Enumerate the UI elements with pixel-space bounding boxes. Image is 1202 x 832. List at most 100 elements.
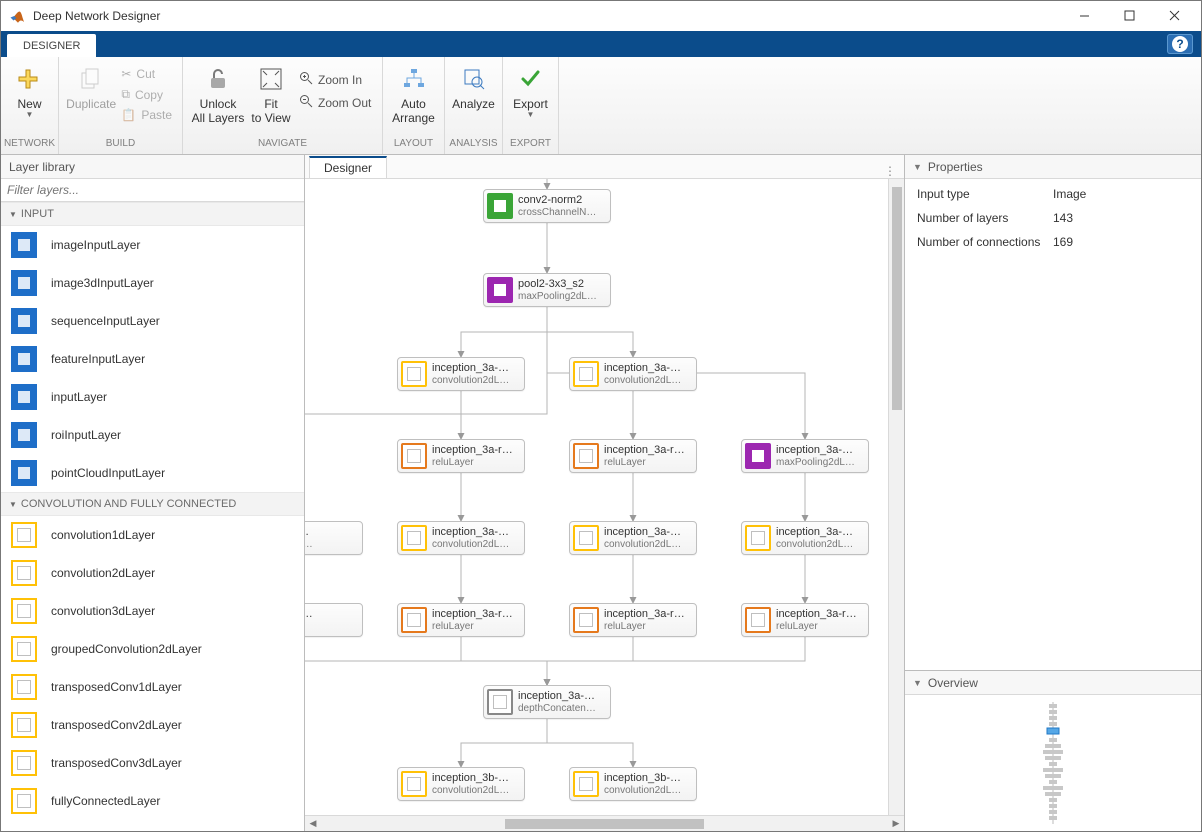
help-button[interactable]: ?	[1167, 34, 1193, 54]
analyze-button[interactable]: Analyze	[451, 61, 496, 111]
minimize-button[interactable]	[1062, 1, 1107, 31]
chevron-down-icon: ▼	[9, 500, 17, 509]
layer-item[interactable]: transposedConv2dLayer	[1, 706, 304, 744]
scroll-left-icon[interactable]: ◀	[305, 816, 321, 832]
zoom-in-button[interactable]: Zoom In	[295, 69, 375, 90]
graph-node[interactable]: n_3a-…tion2dL…	[305, 521, 363, 555]
graph-node[interactable]: inception_3a-…convolution2dL…	[569, 357, 697, 391]
new-button[interactable]: New ▼	[7, 61, 52, 120]
layer-item[interactable]: convolution1dLayer	[1, 516, 304, 554]
tab-designer[interactable]: DESIGNER	[7, 34, 96, 57]
node-subtitle: reluLayer	[432, 457, 513, 469]
graph-node[interactable]: n_3a-r…er	[305, 603, 363, 637]
layer-item[interactable]: convolution3dLayer	[1, 592, 304, 630]
chevron-down-icon: ▼	[26, 110, 34, 120]
overview-panel: ▼Overview	[905, 671, 1201, 831]
new-label: New	[17, 97, 41, 111]
layer-item[interactable]: featureInputLayer	[1, 340, 304, 378]
layer-item[interactable]: inputLayer	[1, 378, 304, 416]
tab-designer-canvas[interactable]: Designer	[309, 156, 387, 178]
layer-item[interactable]: imageInputLayer	[1, 226, 304, 264]
node-title: inception_3a-…	[604, 526, 681, 539]
graph-node[interactable]: pool2-3x3_s2maxPooling2dL…	[483, 273, 611, 307]
layer-group-header[interactable]: ▼CONVOLUTION AND FULLY CONNECTED	[1, 492, 304, 516]
designer-canvas[interactable]: conv2-norm2crossChannelN… pool2-3x3_s2max…	[305, 179, 904, 815]
fit-to-view-button[interactable]: Fit to View	[247, 61, 295, 126]
graph-node[interactable]: inception_3a-…convolution2dL…	[397, 357, 525, 391]
layer-label: pointCloudInputLayer	[51, 466, 165, 480]
layer-item[interactable]: fullyConnectedLayer	[1, 782, 304, 820]
graph-node[interactable]: inception_3a-r…reluLayer	[397, 439, 525, 473]
layer-item[interactable]: transposedConv1dLayer	[1, 668, 304, 706]
graph-node[interactable]: inception_3a-r…reluLayer	[569, 603, 697, 637]
zoom-out-button[interactable]: Zoom Out	[295, 92, 375, 113]
titlebar: Deep Network Designer	[1, 1, 1201, 31]
horizontal-scrollbar[interactable]: ◀ ▶	[305, 815, 904, 831]
layer-item[interactable]: groupedConvolution2dLayer	[1, 630, 304, 668]
node-icon	[745, 525, 771, 551]
scroll-right-icon[interactable]: ▶	[888, 816, 904, 832]
auto-arrange-button[interactable]: Auto Arrange	[389, 61, 438, 126]
node-title: inception_3a-…	[518, 690, 596, 703]
filter-layers-input[interactable]	[1, 179, 304, 202]
layer-item[interactable]: roiInputLayer	[1, 416, 304, 454]
unlock-all-layers-button[interactable]: Unlock All Layers	[189, 61, 247, 126]
vertical-scrollbar[interactable]	[888, 179, 904, 815]
graph-node[interactable]: inception_3a-…convolution2dL…	[741, 521, 869, 555]
layer-list[interactable]: ▼INPUTimageInputLayer image3dInputLayer se…	[1, 202, 304, 831]
right-column: ▼Properties Input typeImageNumber of lay…	[905, 155, 1201, 831]
property-value: Image	[1053, 187, 1189, 201]
graph-node[interactable]: inception_3a-…convolution2dL…	[569, 521, 697, 555]
node-icon	[401, 607, 427, 633]
property-key: Number of connections	[917, 235, 1053, 249]
graph-node[interactable]: inception_3a-…depthConcaten…	[483, 685, 611, 719]
zoom-out-icon	[299, 94, 313, 111]
export-button[interactable]: Export ▼	[509, 61, 552, 120]
graph-node[interactable]: inception_3a-r…reluLayer	[741, 603, 869, 637]
layer-icon	[11, 270, 37, 296]
section-label: NETWORK	[1, 138, 58, 152]
layer-icon	[11, 636, 37, 662]
maximize-button[interactable]	[1107, 1, 1152, 31]
graph-node[interactable]: conv2-norm2crossChannelN…	[483, 189, 611, 223]
overview-minimap[interactable]	[905, 695, 1201, 831]
node-icon	[401, 443, 427, 469]
panel-title: Properties	[928, 160, 983, 174]
layer-label: image3dInputLayer	[51, 276, 154, 290]
layer-group-header[interactable]: ▼INPUT	[1, 202, 304, 226]
layer-item[interactable]: sequenceInputLayer	[1, 302, 304, 340]
node-subtitle: convolution2dL…	[432, 539, 509, 551]
chevron-down-icon: ▼	[527, 110, 535, 120]
panel-menu-button[interactable]: ⋮	[876, 164, 904, 178]
section-label: NAVIGATE	[183, 138, 382, 152]
auto-arrange-icon	[402, 65, 426, 93]
layer-item[interactable]: convolution2dLayer	[1, 554, 304, 592]
export-icon	[519, 65, 543, 93]
layer-label: sequenceInputLayer	[51, 314, 160, 328]
ribbon-tabstrip: DESIGNER ?	[1, 31, 1201, 57]
chevron-down-icon: ▼	[9, 210, 17, 219]
graph-node[interactable]: inception_3b-…convolution2dL…	[569, 767, 697, 801]
graph-node[interactable]: inception_3b-…convolution2dL…	[397, 767, 525, 801]
layer-item[interactable]: transposedConv3dLayer	[1, 744, 304, 782]
graph-node[interactable]: inception_3a-r…reluLayer	[569, 439, 697, 473]
layer-icon	[11, 460, 37, 486]
node-title: inception_3a-…	[432, 526, 509, 539]
chevron-down-icon[interactable]: ▼	[913, 678, 922, 688]
scroll-thumb[interactable]	[892, 187, 902, 410]
graph-node[interactable]: inception_3a-r…reluLayer	[397, 603, 525, 637]
node-title: n_3a-…	[305, 526, 313, 539]
layer-item[interactable]: pointCloudInputLayer	[1, 454, 304, 492]
layer-item[interactable]: image3dInputLayer	[1, 264, 304, 302]
chevron-down-icon[interactable]: ▼	[913, 162, 922, 172]
node-title: inception_3a-r…	[776, 608, 857, 621]
graph-node[interactable]: inception_3a-…maxPooling2dL…	[741, 439, 869, 473]
close-button[interactable]	[1152, 1, 1197, 31]
scroll-thumb[interactable]	[505, 819, 703, 829]
node-subtitle: convolution2dL…	[604, 375, 681, 387]
layer-label: fullyConnectedLayer	[51, 794, 160, 808]
property-key: Number of layers	[917, 211, 1053, 225]
graph-node[interactable]: inception_3a-…convolution2dL…	[397, 521, 525, 555]
layer-icon	[11, 712, 37, 738]
new-icon	[18, 65, 42, 93]
